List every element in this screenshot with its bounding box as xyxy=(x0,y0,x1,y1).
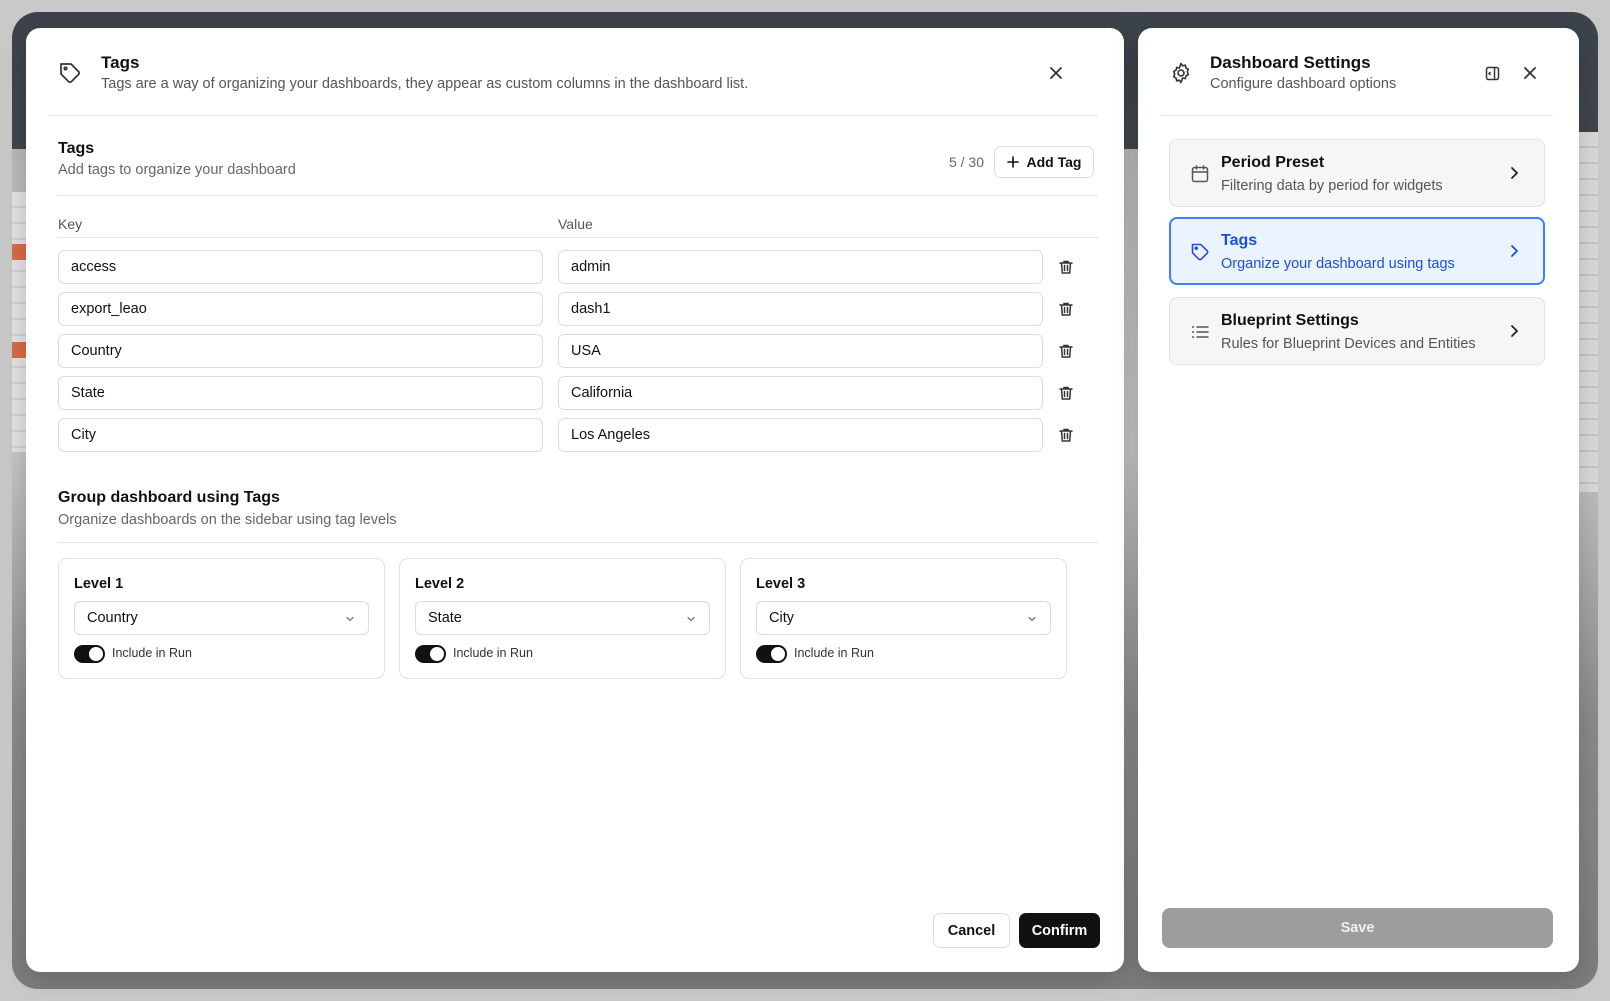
level-select-value: City xyxy=(769,610,794,626)
toggle-label: Include in Run xyxy=(453,646,533,660)
nav-title: Period Preset xyxy=(1221,154,1325,171)
level-select[interactable]: Country xyxy=(74,601,369,635)
tag-icon xyxy=(58,61,82,85)
value-column-header: Value xyxy=(558,216,593,232)
close-settings-button[interactable] xyxy=(1519,62,1541,84)
chevron-down-icon xyxy=(685,613,697,625)
plus-icon xyxy=(1006,156,1019,168)
confirm-button[interactable]: Confirm xyxy=(1019,913,1100,948)
toggle-knob xyxy=(771,647,785,661)
table-header-divider xyxy=(58,237,1098,238)
tag-key-input[interactable] xyxy=(58,292,543,326)
group-section-subtitle: Organize dashboards on the sidebar using… xyxy=(58,512,397,528)
trash-icon xyxy=(1058,427,1074,443)
delete-tag-button[interactable] xyxy=(1056,341,1076,361)
delete-tag-button[interactable] xyxy=(1056,257,1076,277)
add-tag-button[interactable]: Add Tag xyxy=(994,146,1094,178)
chevron-right-icon xyxy=(1506,243,1522,259)
tag-value-input[interactable] xyxy=(558,250,1043,284)
tags-modal-header: Tags Tags are a way of organizing your d… xyxy=(26,28,1124,119)
group-divider xyxy=(58,542,1098,543)
tags-modal: Tags Tags are a way of organizing your d… xyxy=(26,28,1124,972)
tags-section-title: Tags xyxy=(58,140,95,157)
modal-title: Tags xyxy=(101,53,140,72)
nav-tags[interactable]: Tags Organize your dashboard using tags xyxy=(1169,217,1545,285)
chevron-right-icon xyxy=(1506,323,1522,339)
trash-icon xyxy=(1058,343,1074,359)
trash-icon xyxy=(1058,301,1074,317)
list-icon xyxy=(1190,322,1210,342)
cancel-button[interactable]: Cancel xyxy=(933,913,1010,948)
group-section-title: Group dashboard using Tags xyxy=(58,489,280,506)
toggle-knob xyxy=(89,647,103,661)
level-card-2: Level 2 State Include in Run xyxy=(399,558,726,679)
nav-title: Tags xyxy=(1221,232,1258,249)
trash-icon xyxy=(1058,259,1074,275)
level-title: Level 2 xyxy=(415,576,465,592)
chevron-down-icon xyxy=(1026,613,1038,625)
level-card-3: Level 3 City Include in Run xyxy=(740,558,1067,679)
level-select[interactable]: City xyxy=(756,601,1051,635)
close-icon xyxy=(1523,66,1537,80)
tag-value-input[interactable] xyxy=(558,292,1043,326)
add-tag-label: Add Tag xyxy=(1026,154,1082,170)
tag-key-input[interactable] xyxy=(58,376,543,410)
level-card-1: Level 1 Country Include in Run xyxy=(58,558,385,679)
section-divider xyxy=(58,195,1098,196)
tag-key-input[interactable] xyxy=(58,250,543,284)
close-modal-button[interactable] xyxy=(1045,62,1067,84)
toggle-label: Include in Run xyxy=(794,646,874,660)
tag-value-input[interactable] xyxy=(558,334,1043,368)
calendar-icon xyxy=(1190,164,1210,184)
nav-period-preset[interactable]: Period Preset Filtering data by period f… xyxy=(1169,139,1545,207)
include-in-run-toggle[interactable] xyxy=(74,645,105,663)
toggle-knob xyxy=(430,647,444,661)
nav-blueprint-settings[interactable]: Blueprint Settings Rules for Blueprint D… xyxy=(1169,297,1545,365)
delete-tag-button[interactable] xyxy=(1056,425,1076,445)
header-divider xyxy=(49,115,1098,116)
nav-subtitle: Organize your dashboard using tags xyxy=(1221,256,1455,272)
settings-title: Dashboard Settings xyxy=(1210,53,1371,72)
dashboard-settings-panel: Dashboard Settings Configure dashboard o… xyxy=(1138,28,1579,972)
trash-icon xyxy=(1058,385,1074,401)
tag-key-input[interactable] xyxy=(58,334,543,368)
chevron-down-icon xyxy=(344,613,356,625)
toggle-label: Include in Run xyxy=(112,646,192,660)
nav-subtitle: Rules for Blueprint Devices and Entities xyxy=(1221,336,1476,352)
nav-title: Blueprint Settings xyxy=(1221,312,1359,329)
level-select-value: State xyxy=(428,610,462,626)
gear-icon xyxy=(1169,61,1193,85)
sidebar-panel-icon xyxy=(1485,66,1500,81)
level-title: Level 3 xyxy=(756,576,806,592)
level-title: Level 1 xyxy=(74,576,124,592)
tag-value-input[interactable] xyxy=(558,418,1043,452)
chevron-right-icon xyxy=(1506,165,1522,181)
modal-subtitle: Tags are a way of organizing your dashbo… xyxy=(101,76,749,92)
settings-subtitle: Configure dashboard options xyxy=(1210,76,1397,92)
toggle-sidebar-button[interactable] xyxy=(1481,62,1503,84)
key-column-header: Key xyxy=(58,216,83,232)
close-icon xyxy=(1049,66,1063,80)
tag-key-input[interactable] xyxy=(58,418,543,452)
tag-count: 5 / 30 xyxy=(948,154,984,170)
tag-icon xyxy=(1190,242,1210,262)
save-button[interactable]: Save xyxy=(1162,908,1553,948)
include-in-run-toggle[interactable] xyxy=(756,645,787,663)
level-select-value: Country xyxy=(87,610,138,626)
delete-tag-button[interactable] xyxy=(1056,299,1076,319)
nav-subtitle: Filtering data by period for widgets xyxy=(1221,178,1443,194)
include-in-run-toggle[interactable] xyxy=(415,645,446,663)
settings-divider xyxy=(1162,115,1553,116)
tag-value-input[interactable] xyxy=(558,376,1043,410)
tags-section-subtitle: Add tags to organize your dashboard xyxy=(58,162,296,178)
delete-tag-button[interactable] xyxy=(1056,383,1076,403)
level-select[interactable]: State xyxy=(415,601,710,635)
